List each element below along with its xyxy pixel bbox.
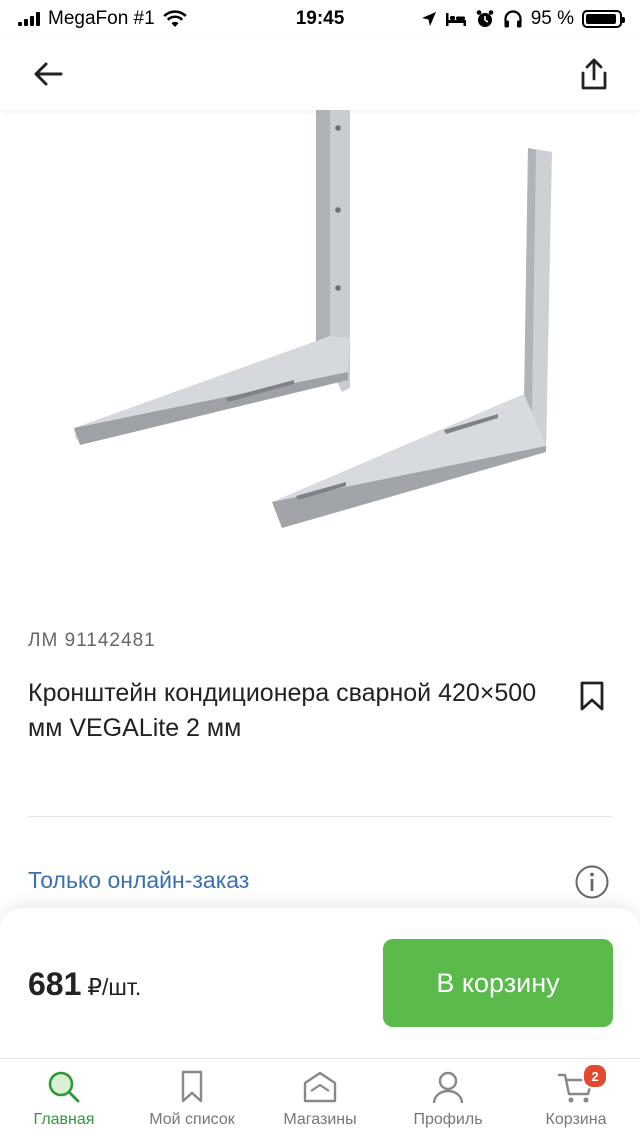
tab-cart[interactable]: 2 Корзина <box>512 1059 640 1140</box>
arrow-left-icon <box>34 62 63 86</box>
cellular-signal-icon <box>18 12 40 26</box>
back-button[interactable] <box>26 52 70 96</box>
tab-label: Главная <box>33 1111 95 1128</box>
info-icon <box>575 865 609 899</box>
product-image <box>74 110 552 528</box>
bottom-tab-bar: Главная Мой список Магазины Профиль 2 Ко… <box>0 1058 640 1140</box>
wifi-icon <box>162 10 187 27</box>
price-unit: ₽/шт. <box>87 974 142 1000</box>
top-navigation <box>0 38 640 110</box>
share-button[interactable] <box>572 52 616 96</box>
add-to-cart-button[interactable]: В корзину <box>383 939 613 1027</box>
store-icon <box>303 1071 337 1103</box>
tab-label: Профиль <box>413 1111 483 1128</box>
product-title: Кронштейн кондиционера сварной 420×500 м… <box>28 679 537 742</box>
tab-label: Мой список <box>149 1111 235 1128</box>
price-value: 681 <box>28 966 82 1002</box>
battery-level <box>586 14 617 24</box>
tab-home[interactable]: Главная <box>0 1059 128 1140</box>
tab-stores[interactable]: Магазины <box>256 1059 384 1140</box>
cart-count-badge: 2 <box>582 1063 608 1089</box>
location-arrow-icon <box>421 12 436 26</box>
right-bracket <box>272 148 552 528</box>
tab-profile[interactable]: Профиль <box>384 1059 512 1140</box>
alarm-clock-icon <box>476 10 493 27</box>
divider <box>28 816 612 817</box>
status-bar: MegaFon #1 19:45 95 % <box>0 0 640 38</box>
status-right: 95 % <box>421 8 625 30</box>
availability-link[interactable]: Только онлайн-заказ <box>28 867 249 894</box>
tab-label: Корзина <box>545 1111 607 1128</box>
bookmark-icon <box>181 1070 203 1103</box>
tab-label: Магазины <box>283 1111 357 1128</box>
carrier-name: MegaFon #1 <box>48 8 155 29</box>
product-sku: ЛМ 91142481 <box>28 630 156 651</box>
battery-percent: 95 % <box>530 8 574 29</box>
user-icon <box>432 1071 464 1104</box>
headphones-icon <box>504 10 522 28</box>
battery-icon <box>582 10 625 28</box>
share-icon <box>581 58 607 90</box>
bed-icon <box>445 13 466 26</box>
search-icon <box>48 1071 80 1103</box>
buy-panel: 681 ₽/шт. В корзину <box>0 908 640 1058</box>
left-bracket <box>74 110 350 445</box>
add-to-list-button[interactable] <box>572 674 612 718</box>
bookmark-icon <box>580 681 604 711</box>
tab-my-list[interactable]: Мой список <box>128 1059 256 1140</box>
price: 681 ₽/шт. <box>28 966 141 1003</box>
info-button[interactable] <box>572 862 612 902</box>
status-left: MegaFon #1 <box>18 8 187 30</box>
